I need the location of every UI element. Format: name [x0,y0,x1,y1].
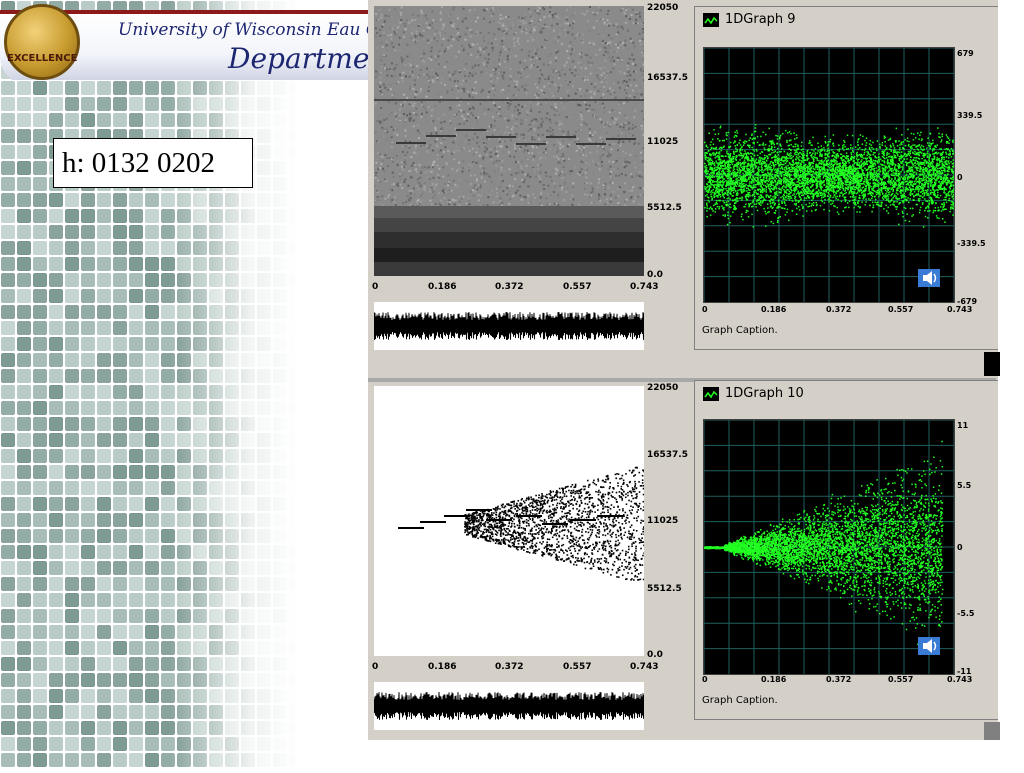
spec-bot-ytick: 16537.5 [647,450,688,460]
spec-top-xtick: 0.186 [428,282,456,292]
graph-9-ytick: 679 [957,49,974,58]
window-edge [998,0,1024,740]
graph-plot-area [703,47,955,303]
seal-text: EXCELLENCE [7,53,77,64]
spec-bot-ytick: 22050 [647,383,678,393]
spec-bot-ytick: 5512.5 [647,584,682,594]
spec-top-ytick: 5512.5 [647,203,682,213]
graph-9-canvas [704,48,954,302]
graph-9-xtick: 0 [702,305,708,314]
spec-bot-xtick: 0.372 [495,662,523,672]
graph-9-xtick: 0.372 [826,305,851,314]
graph-9-ytick: 0 [957,173,963,182]
graph-9-xtick: 0.743 [947,305,972,314]
spec-bot-xtick: 0.186 [428,662,456,672]
scroll-block [984,722,1000,740]
department-name: Departmen [228,42,370,75]
graph-caption: Graph Caption. [702,695,778,706]
waveform-top-canvas [374,302,644,350]
spec-top-xtick: 0.743 [630,282,658,292]
filter-coefficient-label: h: 0132 0202 [53,138,253,188]
spec-top-ytick: 16537.5 [647,73,688,83]
graph-10-xtick: 0.186 [761,675,786,684]
university-seal: EXCELLENCE [4,4,80,80]
waveform-bottom [374,682,644,730]
spectrogram-bottom-canvas [374,386,644,656]
graph-9-xtick: 0.186 [761,305,786,314]
app-screenshot: 22050 16537.5 11025 5512.5 0.0 0 0.186 0… [368,0,1024,740]
graph-10-xtick: 0 [702,675,708,684]
graph-10-ytick: 0 [957,543,963,552]
spectrogram-top-canvas [374,6,644,276]
graph-window-titlebar[interactable]: 1DGraph 10 [695,381,999,407]
spec-bot-ytick: 11025 [647,516,678,526]
graph-window-titlebar[interactable]: 1DGraph 9 [695,7,999,33]
graph-window-10[interactable]: 1DGraph 10 11 5.5 0 -5.5 -11 0 0.186 0.3… [694,380,1000,720]
spectrogram-top [374,6,644,276]
graph-10-ytick: 11 [957,421,968,430]
spec-top-ytick: 22050 [647,3,678,13]
graph-9-ytick: -339.5 [957,239,986,248]
spec-top-ytick: 11025 [647,137,678,147]
graph-10-ytick: 5.5 [957,481,971,490]
spec-bot-xtick: 0.557 [563,662,591,672]
graph-caption: Graph Caption. [702,325,778,336]
graph-window-9[interactable]: 1DGraph 9 679 339.5 0 -339.5 -679 0 0.18… [694,6,1000,350]
spec-bot-xtick: 0.743 [630,662,658,672]
graph-window-title: 1DGraph 10 [725,386,804,401]
spec-top-ytick: 0.0 [647,270,663,280]
waveform-top [374,302,644,350]
spec-bot-ytick: 0.0 [647,650,663,660]
university-banner: EXCELLENCE University of Wisconsin Eau C… [0,0,370,80]
graph-window-icon [703,387,719,401]
graph-10-ytick: -5.5 [957,609,975,618]
scroll-block [984,352,1000,376]
waveform-bottom-canvas [374,682,644,730]
graph-10-xtick: 0.743 [947,675,972,684]
graph-10-xtick: 0.557 [888,675,913,684]
graph-window-title: 1DGraph 9 [725,12,796,27]
graph-9-ytick: 339.5 [957,111,982,120]
spec-top-xtick: 0.372 [495,282,523,292]
speaker-icon[interactable] [917,267,941,289]
graph-9-xtick: 0.557 [888,305,913,314]
speaker-icon[interactable] [917,635,941,657]
spec-top-xtick: 0.557 [563,282,591,292]
background-fade [0,0,370,768]
spec-top-xtick: 0 [372,282,378,292]
graph-window-icon [703,13,719,27]
spec-bot-xtick: 0 [372,662,378,672]
university-name: University of Wisconsin Eau Cl [118,20,370,40]
spectrogram-bottom [374,386,644,656]
graph-10-xtick: 0.372 [826,675,851,684]
